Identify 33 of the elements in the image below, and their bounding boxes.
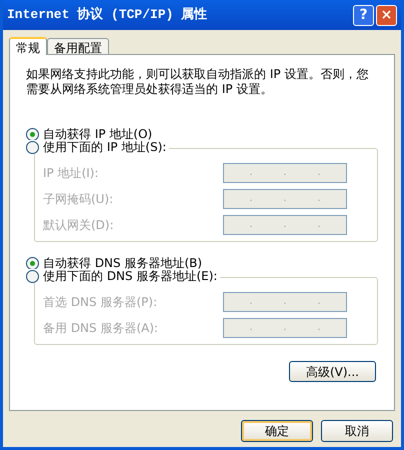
field-label: 默认网关(D): bbox=[43, 217, 115, 234]
window-title: Internet 协议 (TCP/IP) 属性 bbox=[7, 6, 208, 24]
separator-dot: . bbox=[283, 297, 287, 307]
separator-dot: . bbox=[283, 323, 287, 333]
separator-dot: . bbox=[249, 194, 253, 204]
separator-dot: . bbox=[317, 194, 321, 204]
separator-dot: . bbox=[249, 220, 253, 230]
separator-dot: . bbox=[249, 168, 253, 178]
separator-dot: . bbox=[317, 168, 321, 178]
radio-button[interactable] bbox=[26, 140, 39, 154]
field-label: 首选 DNS 服务器(P): bbox=[43, 294, 158, 311]
separator-dot: . bbox=[249, 323, 253, 333]
dialog-button[interactable]: 确定 bbox=[241, 420, 313, 442]
separator-dot: . bbox=[283, 220, 287, 230]
field-label: IP 地址(I): bbox=[43, 165, 100, 182]
help-button[interactable]: ? bbox=[353, 4, 374, 26]
dialog-button[interactable]: 取消 bbox=[321, 420, 393, 442]
separator-dot: . bbox=[317, 220, 321, 230]
close-button[interactable]: × bbox=[376, 4, 397, 26]
separator-dot: . bbox=[317, 323, 321, 333]
separator-dot: . bbox=[283, 168, 287, 178]
separator-dot: . bbox=[249, 297, 253, 307]
description-text: 如果网络支持此功能，则可以获取自动指派的 IP 设置。否则，您需要从网络系统管理员处获得适当的 IP 设置。 bbox=[26, 67, 370, 97]
field-label: 子网掩码(U): bbox=[43, 191, 114, 208]
radio-button[interactable] bbox=[26, 128, 39, 140]
separator-dot: . bbox=[283, 194, 287, 204]
radio-button[interactable] bbox=[26, 270, 39, 282]
separator-dot: . bbox=[317, 297, 321, 307]
field-label: 备用 DNS 服务器(A): bbox=[43, 320, 160, 337]
radio-button[interactable] bbox=[26, 256, 39, 270]
tab[interactable]: 备用配置 bbox=[47, 38, 109, 54]
advanced-button[interactable]: 高级(V)... bbox=[289, 361, 376, 382]
tab[interactable]: 常规 bbox=[9, 37, 47, 55]
